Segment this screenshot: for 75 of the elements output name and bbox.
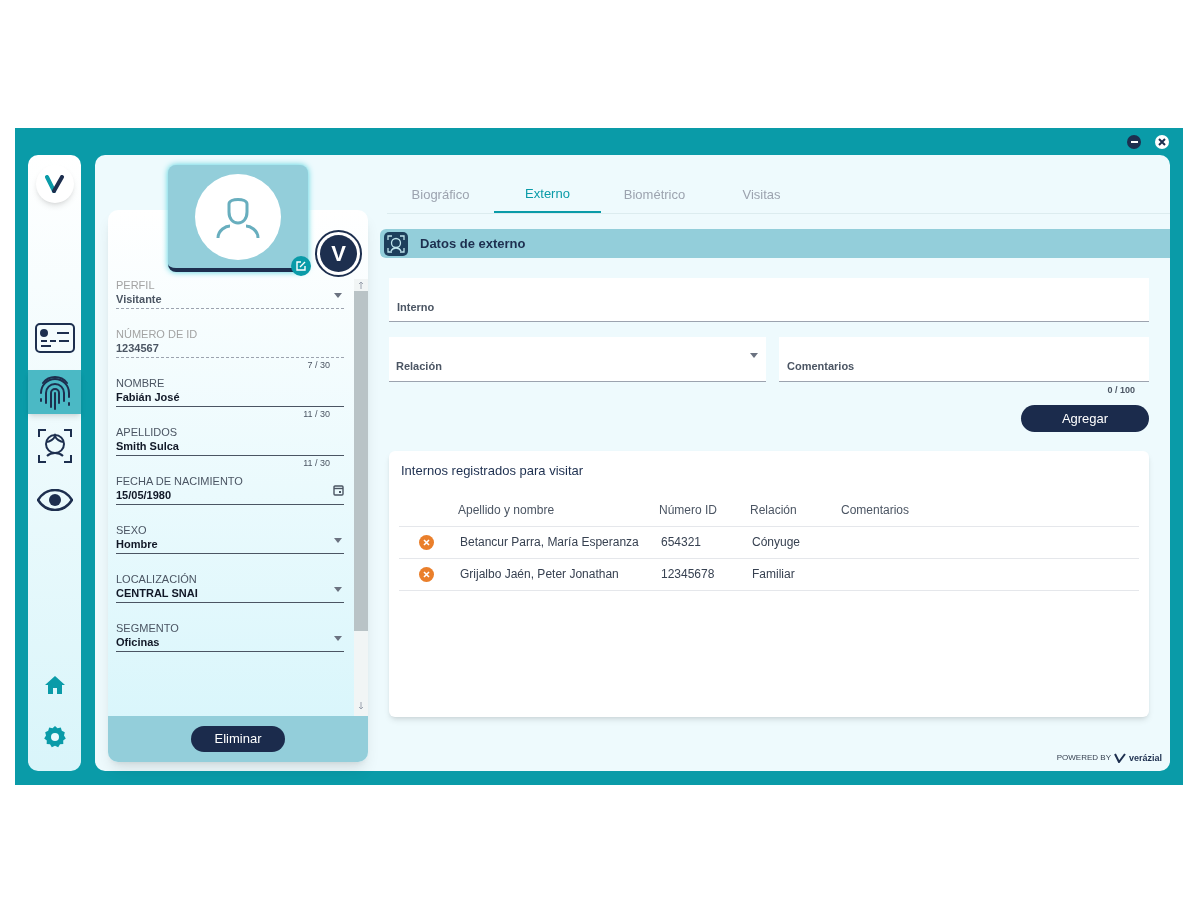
field-value: CENTRAL SNAI [116, 586, 198, 600]
fingerprint-icon [37, 373, 72, 411]
powered-by-text: POWERED BY [1056, 752, 1111, 765]
brand-name: verázial [1128, 751, 1162, 765]
scroll-down-icon[interactable] [358, 702, 364, 710]
field-value: Fabián José [116, 390, 180, 404]
table-cell-text: Cónyuge [752, 534, 802, 551]
remove-icon[interactable] [419, 534, 434, 550]
character-counter: 0 / 100 [1107, 384, 1135, 397]
nav-button[interactable] [42, 725, 67, 749]
field-label: Comentarios [787, 358, 855, 374]
edit-photo-icon[interactable] [291, 256, 311, 276]
badge-letter: V [320, 235, 357, 272]
table-cell-text: Grijalbo Jaén, Peter Jonathan [460, 566, 620, 583]
profile-field[interactable]: NOMBRE Fabián José [116, 376, 344, 407]
eye-icon [36, 489, 73, 511]
field-label: NOMBRE [116, 376, 166, 390]
nav-item[interactable] [28, 370, 81, 414]
column-header: Número ID [659, 502, 718, 519]
column-header: Apellido y nombre [458, 502, 556, 519]
field-label: SEXO [116, 523, 148, 537]
field-label: LOCALIZACIÓN [116, 572, 198, 586]
field-value: Smith Sulca [116, 439, 179, 453]
column-header: Comentarios [841, 502, 910, 519]
character-counter: 11 / 30 [303, 408, 331, 421]
dropdown-caret-icon [750, 353, 758, 358]
dropdown-caret-icon [334, 293, 342, 298]
scroll-up-icon[interactable] [358, 281, 364, 289]
table-cell-text: 654321 [661, 534, 703, 551]
interno-field[interactable]: Interno [389, 278, 1149, 322]
face-scan-icon [36, 428, 73, 464]
face-scan-icon [384, 231, 408, 256]
nav-button[interactable] [43, 675, 66, 695]
dropdown-caret-icon [334, 587, 342, 592]
profile-field[interactable]: APELLIDOS Smith Sulca [116, 425, 344, 456]
profile-field[interactable]: SEGMENTO Oficinas [116, 621, 344, 652]
profile-field[interactable]: FECHA DE NACIMIENTO 15/05/1980 [116, 474, 344, 505]
field-label: APELLIDOS [116, 425, 179, 439]
settings-icon [42, 725, 67, 749]
field-value: Oficinas [116, 635, 161, 649]
logo-icon [35, 165, 74, 203]
close-button[interactable] [1155, 135, 1169, 149]
profile-field[interactable]: LOCALIZACIÓN CENTRAL SNAI [116, 572, 344, 603]
minimize-button[interactable] [1127, 135, 1141, 149]
dropdown-caret-icon [334, 636, 342, 641]
column-header: Relación [750, 502, 798, 519]
field-label: NÚMERO DE ID [116, 327, 198, 341]
brand-logo-icon [1113, 753, 1126, 764]
field-label: PERFIL [116, 278, 156, 292]
field-value: 1234567 [116, 341, 160, 355]
field-value: Hombre [116, 537, 158, 551]
comentarios-field[interactable]: Comentarios [779, 337, 1149, 382]
add-button[interactable]: Agregar [1021, 405, 1149, 432]
field-label: FECHA DE NACIMIENTO [116, 474, 243, 488]
scrollbar[interactable] [354, 279, 368, 716]
field-label: SEGMENTO [116, 621, 179, 635]
card-title: Internos registrados para visitar [400, 462, 585, 480]
table-cell-text: 12345678 [661, 566, 716, 583]
dropdown-caret-icon [334, 538, 342, 543]
home-icon [43, 675, 66, 695]
field-label: Interno [397, 299, 435, 315]
field-value: Visitante [116, 292, 162, 306]
field-label: Relación [396, 358, 442, 374]
relacion-select[interactable]: Relación [389, 337, 766, 382]
table-cell-text: Familiar [752, 566, 796, 583]
field-value: 15/05/1980 [116, 488, 173, 502]
calendar-icon[interactable] [333, 484, 344, 496]
character-counter: 11 / 30 [303, 457, 331, 470]
table-cell-text: Betancur Parra, María Esperanza [460, 534, 640, 551]
delete-button[interactable]: Eliminar [190, 726, 286, 752]
remove-icon[interactable] [419, 566, 434, 582]
section-title: Datos de externo [420, 234, 526, 253]
profile-field[interactable]: SEXO Hombre [116, 523, 344, 554]
id-card-icon [34, 323, 75, 353]
character-counter: 7 / 30 [307, 359, 331, 372]
